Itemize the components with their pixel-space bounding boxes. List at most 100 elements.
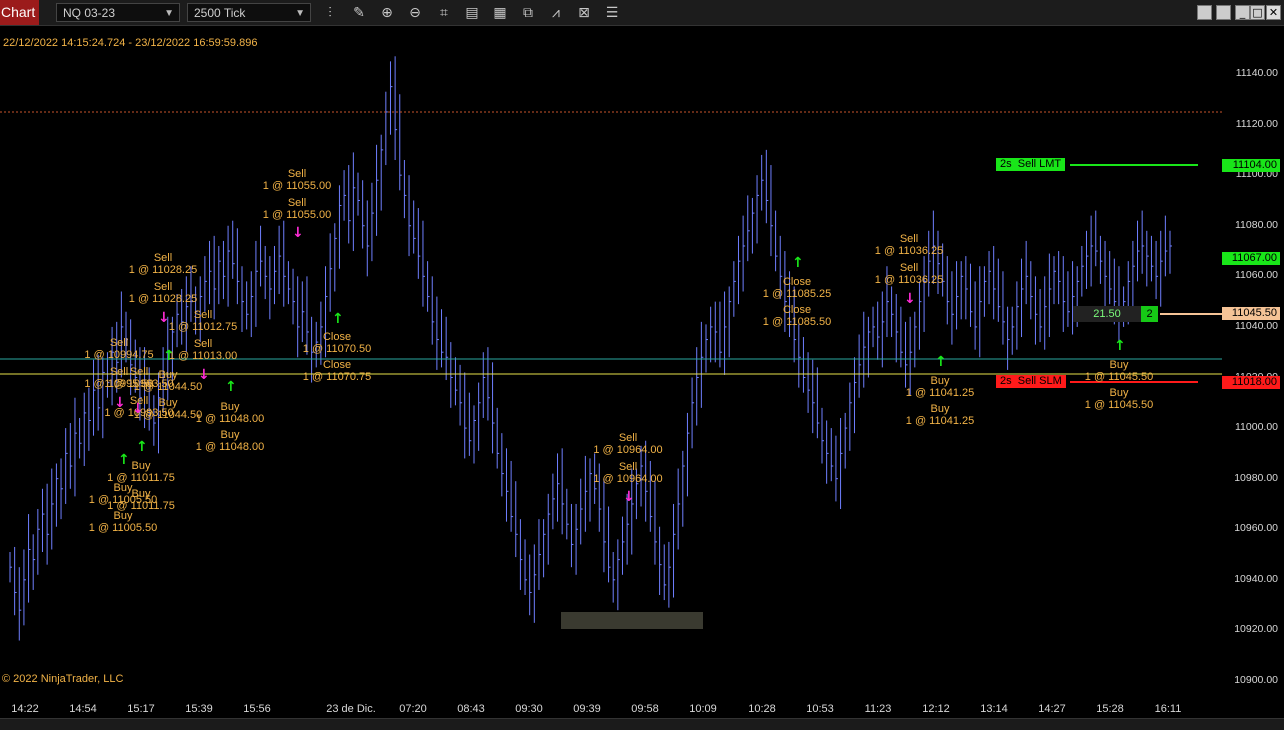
execution-action: Sell <box>153 252 173 264</box>
price-tick-label: 10980.00 <box>1234 471 1278 484</box>
buy-arrow-icon: ↑ <box>163 348 175 364</box>
time-tick-label: 23 de Dic. <box>326 703 376 715</box>
strategies-icon[interactable]: ⩘ <box>547 4 565 22</box>
chevron-down-icon: ▼ <box>295 8 305 19</box>
buy-arrow-icon: ↑ <box>792 255 804 271</box>
time-tick-label: 15:28 <box>1096 703 1124 715</box>
properties-icon[interactable]: ▦ <box>491 4 509 22</box>
price-tick-label: 10900.00 <box>1234 674 1278 686</box>
execution-action: Sell <box>287 168 307 180</box>
price-tick-label: 11120.00 <box>1235 117 1278 130</box>
sell-arrow-icon: ↓ <box>132 401 144 417</box>
execution-label: Buy 1 @ 11048.00 <box>196 401 264 425</box>
execution-action: Sell <box>899 262 919 274</box>
chart-tab[interactable]: Chart <box>0 0 39 25</box>
execution-action: Buy <box>220 429 240 441</box>
execution-action: Buy <box>1109 387 1129 399</box>
execution-label: Sell 1 @ 11028.25 <box>129 252 197 276</box>
order-qty: 2s <box>1000 158 1012 170</box>
instrument-value: NQ 03-23 <box>63 6 116 20</box>
templates-icon[interactable]: ☰ <box>603 4 621 22</box>
interval-selector[interactable]: 2500 Tick ▼ <box>187 3 311 22</box>
draw-pencil-icon[interactable]: ✎ <box>350 4 368 22</box>
buy-arrow-icon: ↑ <box>332 311 344 327</box>
restore-window-icon[interactable] <box>1197 5 1212 20</box>
execution-fill: 1 @ 11013.00 <box>168 350 238 362</box>
zoom-out-icon[interactable]: ⊖ <box>406 4 424 22</box>
execution-label: Sell 1 @ 11013.00 <box>169 338 237 362</box>
sell-slm-order-tag[interactable]: 2s Sell SLM <box>996 375 1066 388</box>
execution-action: Close <box>782 276 812 288</box>
execution-action: Buy <box>930 375 950 387</box>
execution-action: Buy <box>220 401 240 413</box>
horizontal-scrollbar[interactable] <box>0 718 1284 730</box>
execution-label: Buy 1 @ 11045.50 <box>1085 387 1153 411</box>
crosshair-icon[interactable]: ⌗ <box>435 4 453 22</box>
execution-label: Close 1 @ 11070.50 <box>303 331 371 355</box>
execution-fill: 1 @ 11045.50 <box>1084 371 1154 383</box>
execution-label: Sell 1 @ 11055.00 <box>263 168 331 192</box>
execution-label: Buy 1 @ 11045.50 <box>1085 359 1153 383</box>
execution-fill: 1 @ 11028.25 <box>128 293 198 305</box>
execution-fill: 1 @ 11044.50 <box>133 381 203 393</box>
execution-action: Buy <box>158 369 178 381</box>
instrument-selector[interactable]: NQ 03-23 ▼ <box>56 3 180 22</box>
execution-fill: 1 @ 11070.75 <box>302 371 372 383</box>
sell-lmt-price-tag: 11104.00 <box>1222 159 1280 172</box>
execution-label: Buy 1 @ 11005.50 <box>89 510 157 534</box>
execution-label: Sell 1 @ 11036.25 <box>875 233 943 257</box>
execution-label: Close 1 @ 11085.25 <box>763 276 831 300</box>
execution-action: Buy <box>158 397 178 409</box>
buy-arrow-icon: ↑ <box>136 439 148 455</box>
copyright: © 2022 NinjaTrader, LLC <box>2 673 124 685</box>
chart-trader-icon[interactable]: ⧉ <box>519 4 537 22</box>
execution-fill: 1 @ 11036.25 <box>874 274 944 286</box>
indicators-icon[interactable]: ⊠ <box>575 4 593 22</box>
execution-fill: 1 @ 11044.50 <box>133 409 203 421</box>
maximize-icon[interactable]: □ <box>1250 5 1265 20</box>
execution-fill: 1 @ 11070.50 <box>302 343 372 355</box>
order-type: Sell SLM <box>1017 375 1062 387</box>
execution-label: Buy 1 @ 11044.50 <box>134 397 202 421</box>
time-tick-label: 09:39 <box>573 703 601 715</box>
execution-action: Buy <box>1109 359 1129 371</box>
sell-arrow-icon: ↓ <box>158 310 170 326</box>
close-icon[interactable]: ✕ <box>1266 5 1281 20</box>
execution-label: Close 1 @ 11085.50 <box>763 304 831 328</box>
execution-label: Sell 1 @ 10994.75 <box>84 337 153 361</box>
zoom-in-icon[interactable]: ⊕ <box>378 4 396 22</box>
position-qty-badge[interactable]: 2 <box>1141 306 1158 322</box>
execution-action: Sell <box>287 197 307 209</box>
time-tick-label: 09:30 <box>515 703 543 715</box>
pnl-display: 21.50 <box>1073 306 1141 322</box>
execution-label: Sell 1 @ 11012.75 <box>169 309 237 333</box>
data-box-icon[interactable]: ▤ <box>463 4 481 22</box>
bar-type-icon[interactable]: ⫶ <box>321 4 339 22</box>
restore-down-icon[interactable] <box>1216 5 1231 20</box>
position-price-tag: 11045.50 <box>1222 307 1280 320</box>
execution-action: Close <box>322 331 352 343</box>
execution-fill: 1 @ 11005.50 <box>88 522 158 534</box>
execution-fill: 1 @ 10964.00 <box>593 444 663 456</box>
execution-label: Close 1 @ 11070.75 <box>303 359 371 383</box>
buy-arrow-icon: ↑ <box>225 379 237 395</box>
execution-action: Sell <box>193 338 213 350</box>
sell-arrow-icon: ↓ <box>623 489 635 505</box>
execution-label: Sell 1 @ 10964.00 <box>593 432 662 456</box>
price-tick-label: 11060.00 <box>1234 269 1278 282</box>
price-tick-label: 11040.00 <box>1234 319 1278 332</box>
execution-label: Sell 1 @ 10964.00 <box>593 461 662 485</box>
execution-label: Buy 1 @ 11041.25 <box>906 403 974 427</box>
execution-label: Sell 1 @ 11055.00 <box>263 197 331 221</box>
sell-lmt-order-tag[interactable]: 2s Sell LMT <box>996 158 1066 171</box>
execution-action: Close <box>322 359 352 371</box>
execution-label: Buy 1 @ 11048.00 <box>196 429 264 453</box>
minimize-icon[interactable]: _ <box>1235 5 1250 20</box>
sell-arrow-icon: ↓ <box>114 395 126 411</box>
time-tick-label: 14:27 <box>1038 703 1066 715</box>
time-tick-label: 14:54 <box>69 703 97 715</box>
time-tick-label: 12:12 <box>922 703 950 715</box>
execution-fill: 1 @ 11012.75 <box>168 321 238 333</box>
execution-action: Sell <box>109 337 129 349</box>
time-tick-label: 15:56 <box>243 703 271 715</box>
